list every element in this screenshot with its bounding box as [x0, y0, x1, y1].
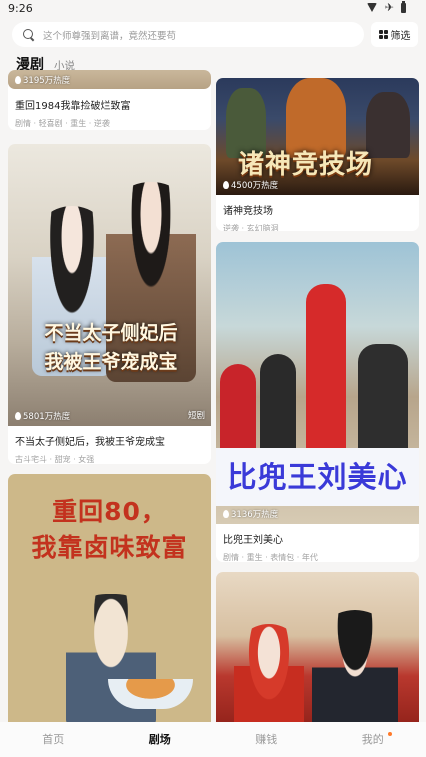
- nav-earn[interactable]: 赚钱: [213, 722, 320, 757]
- drama-cover: 3195万热度: [8, 70, 211, 89]
- nav-theater[interactable]: 剧场: [107, 722, 214, 757]
- search-bar[interactable]: 这个师尊强到离谱，竟然还要苟: [12, 22, 364, 47]
- heat-label: 3136万热度: [223, 508, 278, 520]
- drama-card[interactable]: 重回80， 我靠卤味致富: [8, 474, 211, 734]
- search-icon: [23, 28, 35, 41]
- grid-filter-icon: [378, 30, 388, 39]
- filter-button[interactable]: 筛选: [371, 22, 418, 47]
- drama-title: 诸神竞技场: [223, 206, 273, 217]
- cover-character: [234, 624, 304, 732]
- drama-card[interactable]: 诸神竞技场 4500万热度 诸神竞技场 逆袭 · 玄幻脑洞: [216, 78, 419, 231]
- search-placeholder: 这个师尊强到离谱，竟然还要苟: [43, 30, 177, 42]
- flame-icon: [223, 510, 229, 518]
- drama-card[interactable]: 比兜王刘美心 3136万热度 比兜王刘美心 剧情 · 重生 · 表情包 · 年代: [216, 242, 419, 562]
- nav-home[interactable]: 首页: [0, 722, 107, 757]
- drama-card[interactable]: [216, 572, 419, 742]
- status-bar: 9:26 ✈: [0, 0, 426, 18]
- cover-title-text: 不当太子侧妃后 我被王爷宠成宝: [44, 322, 178, 373]
- nav-profile[interactable]: 我的: [320, 722, 426, 757]
- heat-label: 3195万热度: [15, 74, 70, 86]
- drama-title: 比兜王刘美心: [223, 535, 283, 546]
- cover-title-text: 重回80， 我靠卤味致富: [31, 497, 188, 562]
- short-drama-badge: 短剧: [187, 411, 205, 421]
- drama-cover: 不当太子侧妃后 我被王爷宠成宝 5801万热度 短剧: [8, 144, 211, 426]
- status-time: 9:26: [8, 2, 33, 15]
- drama-cover: 比兜王刘美心 3136万热度: [216, 242, 419, 524]
- drama-tags: 剧情 · 重生 · 表情包 · 年代: [223, 553, 318, 562]
- flame-icon: [223, 181, 229, 189]
- drama-title: 不当太子侧妃后，我被王爷宠成宝: [15, 437, 165, 448]
- flame-icon: [15, 412, 21, 420]
- drama-title: 重回1984我靠捡破烂致富: [15, 101, 131, 112]
- cover-title-text: 比兜王刘美心: [216, 448, 419, 506]
- drama-tags: 逆袭 · 玄幻脑洞: [223, 224, 279, 231]
- bottom-navigation: 首页 剧场 赚钱 我的: [0, 722, 426, 757]
- drama-card[interactable]: 不当太子侧妃后 我被王爷宠成宝 5801万热度 短剧 不当太子侧妃后，我被王爷宠…: [8, 144, 211, 464]
- status-icons: ✈: [366, 1, 406, 14]
- notification-dot: [388, 732, 392, 736]
- filter-label: 筛选: [390, 31, 411, 42]
- heat-label: 4500万热度: [223, 179, 278, 191]
- drama-tags: 古斗宅斗 · 甜宠 · 女强: [15, 455, 95, 464]
- battery-icon: [401, 1, 406, 13]
- cover-title-text: 诸神竞技场: [238, 150, 374, 180]
- wifi-icon: [366, 3, 378, 13]
- nav-profile-label: 我的: [361, 733, 384, 746]
- drama-cover: 诸神竞技场 4500万热度: [216, 78, 419, 195]
- drama-cover: [216, 572, 419, 732]
- cover-character: [312, 610, 398, 732]
- heat-label: 5801万热度: [15, 410, 70, 422]
- flame-icon: [15, 76, 21, 84]
- drama-card[interactable]: 3195万热度 重回1984我靠捡破烂致富 剧情 · 轻喜剧 · 重生 · 逆袭: [8, 70, 211, 130]
- drama-tags: 剧情 · 轻喜剧 · 重生 · 逆袭: [15, 119, 110, 128]
- airplane-mode-icon: ✈: [384, 1, 394, 14]
- drama-cover: 重回80， 我靠卤味致富: [8, 474, 211, 724]
